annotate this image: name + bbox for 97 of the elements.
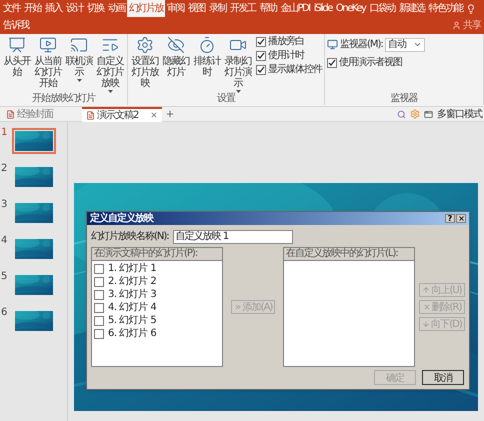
gear-icon <box>136 36 154 54</box>
chevron-down-icon <box>412 40 422 49</box>
ribbon-button[interactable]: 联机演示 <box>64 34 94 82</box>
menu-tab[interactable]: 开始 <box>22 0 43 17</box>
help-button[interactable]: ? <box>445 214 455 223</box>
share-button[interactable]: 共享 <box>449 17 484 34</box>
close-icon <box>458 215 464 222</box>
ribbon-button[interactable]: 设置幻灯片放映 <box>130 34 160 89</box>
document-icon <box>6 110 15 118</box>
document-icon <box>86 110 95 120</box>
menu-tab[interactable]: 录制 <box>207 0 228 17</box>
checkbox-label: 播放旁白 <box>268 36 304 48</box>
list-item[interactable]: 4. 幻灯片 4 <box>108 302 156 314</box>
group-label: 开始放映幻灯片 <box>31 93 96 105</box>
slide-number: 5 <box>1 272 8 282</box>
checkbox[interactable] <box>94 329 104 339</box>
menu-tab[interactable]: OneKey <box>334 0 368 17</box>
checkbox-label: 使用演示者视图 <box>339 56 402 70</box>
ribbon-button[interactable]: 自定义幻灯片放映 <box>95 34 125 93</box>
checkbox[interactable] <box>256 51 266 61</box>
checkbox-label: 使用计时 <box>268 50 304 62</box>
list-item[interactable]: 6. 幻灯片 6 <box>108 328 156 340</box>
menu-tab[interactable]: 新建选 <box>396 0 426 17</box>
menu-tab[interactable]: 开发工 <box>228 0 258 17</box>
tell-me-button[interactable]: 告诉我 <box>1 17 30 34</box>
list-item[interactable]: 3. 幻灯片 3 <box>108 289 156 301</box>
slide-number: 1 <box>1 128 8 138</box>
dialog-title: 定义自定义放映 <box>90 212 153 225</box>
document-tab[interactable]: 经验封面 <box>2 106 82 122</box>
search-icon[interactable] <box>397 110 406 118</box>
chevrons-right-icon <box>234 303 242 311</box>
monitor-icon <box>327 39 338 50</box>
ribbon-button[interactable]: 录制幻灯片演示 <box>223 34 253 93</box>
menu-tab[interactable]: 特色功能 <box>426 0 464 17</box>
slide-thumbnail[interactable] <box>12 200 56 226</box>
ribbon-button[interactable]: 排练计时 <box>192 34 222 78</box>
menu-tab[interactable]: 金山PDI <box>278 0 312 17</box>
lightbulb-icon <box>466 4 476 14</box>
checkbox[interactable] <box>94 290 104 300</box>
window-icon <box>424 110 433 118</box>
checkbox[interactable] <box>94 264 104 274</box>
slide-number: 3 <box>1 200 8 210</box>
field-label: 幻灯片放映名称(N): <box>91 230 169 244</box>
menu-tab[interactable]: 帮助 <box>258 0 278 17</box>
ribbon-button[interactable]: 从头开始 <box>2 34 32 78</box>
slide-thumbnail[interactable] <box>12 272 56 298</box>
checkbox-label: 显示媒体控件 <box>268 64 322 76</box>
slide-thumbnail[interactable] <box>12 128 56 154</box>
ribbon-button[interactable]: 从当前幻灯片开始 <box>33 34 63 89</box>
menu-tab[interactable]: 动画 <box>106 0 127 17</box>
timer-icon <box>198 36 216 54</box>
checkbox[interactable] <box>256 37 266 47</box>
checkbox[interactable] <box>256 65 266 75</box>
slide-thumbnail[interactable] <box>12 164 56 190</box>
caret-icon <box>76 79 82 82</box>
checkbox[interactable] <box>327 58 337 68</box>
close-icon[interactable] <box>150 111 158 119</box>
window-mode-button[interactable]: 多窗口模式 <box>437 106 482 122</box>
menu-tab[interactable]: 切换 <box>85 0 106 17</box>
ribbon-button[interactable]: 隐藏幻灯片 <box>161 34 191 78</box>
menu-tab[interactable]: 视图 <box>186 0 207 17</box>
menu-tab[interactable]: 文件 <box>1 0 22 17</box>
menu-tab[interactable]: 幻灯片放 <box>127 0 165 17</box>
checkbox[interactable] <box>94 277 104 287</box>
menu-tab[interactable]: 口袋动 <box>367 0 397 17</box>
checkbox[interactable] <box>94 316 104 326</box>
document-tab[interactable]: 演示文稿2 <box>82 106 162 122</box>
checkbox[interactable] <box>94 303 104 313</box>
list-item[interactable]: 1. 幻灯片 1 <box>108 263 156 275</box>
add-tab-icon[interactable] <box>165 109 175 119</box>
caret-icon <box>108 90 112 93</box>
group-label: 设置 <box>216 93 236 105</box>
list-item[interactable]: 5. 幻灯片 5 <box>108 315 156 327</box>
group-label: 监视器 <box>390 93 419 105</box>
caret-icon <box>236 90 240 93</box>
slide-number: 2 <box>1 164 8 174</box>
name-field[interactable]: 自定义放映 1 <box>172 230 293 244</box>
list-item[interactable]: 2. 幻灯片 2 <box>108 276 156 288</box>
arrow-up-icon <box>422 286 430 294</box>
monitor-label: 监视器(M): <box>340 38 383 52</box>
delete-icon <box>422 303 431 311</box>
slide-number: 6 <box>1 308 8 318</box>
arrow-down-icon <box>422 320 430 328</box>
menu-tab[interactable]: 审阅 <box>165 0 186 17</box>
slide-thumbnail[interactable] <box>12 236 56 262</box>
monitor-select[interactable]: 自动 <box>384 38 425 52</box>
menu-tab[interactable]: iSlide <box>312 0 334 17</box>
slide-thumbnail[interactable] <box>12 308 56 334</box>
list-header: 在自定义放映中的幻灯片(L): <box>284 248 414 261</box>
person-icon <box>452 21 461 30</box>
list-header: 在演示文稿中的幻灯片(P): <box>92 248 222 261</box>
close-button[interactable] <box>456 214 466 223</box>
cancel-button[interactable]: 取消 <box>422 370 464 385</box>
eye-off-icon <box>167 36 185 54</box>
menu-tab[interactable]: 插入 <box>43 0 64 17</box>
slide-number: 4 <box>1 236 8 246</box>
menu-tab[interactable]: 设计 <box>64 0 85 17</box>
